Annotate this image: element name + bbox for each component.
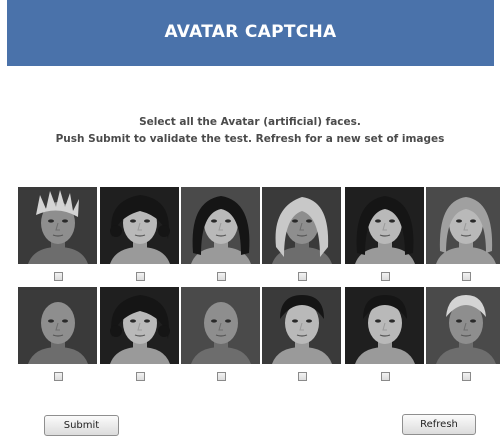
face-image [345, 187, 424, 264]
captcha-cell [345, 187, 424, 297]
instruction-line-1: Select all the Avatar (artificial) faces… [139, 116, 361, 128]
captcha-cell [426, 287, 500, 397]
face-image [18, 287, 97, 364]
face-checkbox[interactable] [462, 372, 471, 381]
face-image [345, 287, 424, 364]
captcha-cell [18, 187, 97, 297]
face-checkbox[interactable] [217, 372, 226, 381]
face-checkbox[interactable] [136, 372, 145, 381]
captcha-cell [18, 287, 97, 397]
captcha-cell [181, 187, 260, 297]
face-image [426, 187, 500, 264]
face-checkbox[interactable] [298, 372, 307, 381]
refresh-button[interactable]: Refresh [402, 414, 476, 435]
face-image [100, 287, 179, 364]
face-checkbox[interactable] [381, 272, 390, 281]
face-checkbox[interactable] [381, 372, 390, 381]
captcha-cell [426, 187, 500, 297]
face-image [262, 187, 341, 264]
face-checkbox[interactable] [462, 272, 471, 281]
face-checkbox[interactable] [54, 272, 63, 281]
face-checkbox[interactable] [217, 272, 226, 281]
captcha-cell [262, 187, 341, 297]
face-checkbox[interactable] [54, 372, 63, 381]
captcha-cell [100, 187, 179, 297]
face-image [18, 187, 97, 264]
face-image [100, 187, 179, 264]
face-image [426, 287, 500, 364]
face-image [262, 287, 341, 364]
captcha-cell [100, 287, 179, 397]
instructions: Select all the Avatar (artificial) faces… [0, 114, 500, 148]
face-image [181, 187, 260, 264]
submit-button[interactable]: Submit [44, 415, 119, 436]
face-checkbox[interactable] [298, 272, 307, 281]
captcha-cell [345, 287, 424, 397]
face-image [181, 287, 260, 364]
instruction-line-2: Push Submit to validate the test. Refres… [55, 133, 445, 145]
page-header: AVATAR CAPTCHA [7, 0, 494, 66]
page-title: AVATAR CAPTCHA [164, 22, 337, 42]
captcha-cell [262, 287, 341, 397]
face-checkbox[interactable] [136, 272, 145, 281]
captcha-cell [181, 287, 260, 397]
